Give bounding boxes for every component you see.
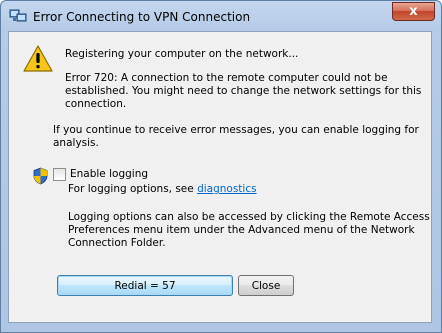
close-button-label: Close: [251, 279, 281, 292]
enable-logging-label[interactable]: Enable logging: [70, 168, 148, 181]
warning-icon: [23, 45, 53, 72]
window-title: Error Connecting to VPN Connection: [33, 10, 251, 24]
logging-hint-line: analysis.: [53, 137, 99, 149]
logging-hint-line: If you continue to receive error message…: [53, 124, 419, 136]
redial-button[interactable]: Redial = 57: [57, 275, 233, 296]
error-line: established. You might need to change th…: [65, 85, 422, 97]
close-window-button[interactable]: x: [392, 2, 435, 21]
error-line: connection.: [65, 98, 127, 110]
network-connection-icon: [9, 9, 27, 22]
uac-shield-icon: [33, 167, 48, 185]
title-bar[interactable]: Error Connecting to VPN Connection x: [1, 1, 441, 33]
logging-note-line: Preferences menu item under the Advanced…: [68, 224, 415, 236]
close-icon: x: [409, 4, 418, 19]
logging-options-text: For logging options, see: [68, 183, 198, 195]
logging-hint: If you continue to receive error message…: [53, 124, 419, 150]
error-line: Error 720: A connection to the remote co…: [65, 72, 388, 84]
dialog-window: Error Connecting to VPN Connection x Reg…: [0, 0, 442, 333]
logging-note-line: Logging options can also be accessed by …: [68, 211, 430, 223]
close-button[interactable]: Close: [238, 275, 294, 296]
enable-logging-checkbox[interactable]: [53, 168, 66, 181]
logging-note: Logging options can also be accessed by …: [68, 211, 430, 250]
status-message: Registering your computer on the network…: [65, 48, 299, 60]
error-message: Error 720: A connection to the remote co…: [65, 72, 421, 111]
dialog-content: Registering your computer on the network…: [8, 31, 432, 323]
redial-button-label: Redial = 57: [114, 279, 176, 292]
logging-options-line: For logging options, see diagnostics: [68, 183, 257, 196]
logging-note-line: Connection Folder.: [68, 237, 166, 249]
diagnostics-link[interactable]: diagnostics: [197, 183, 257, 195]
